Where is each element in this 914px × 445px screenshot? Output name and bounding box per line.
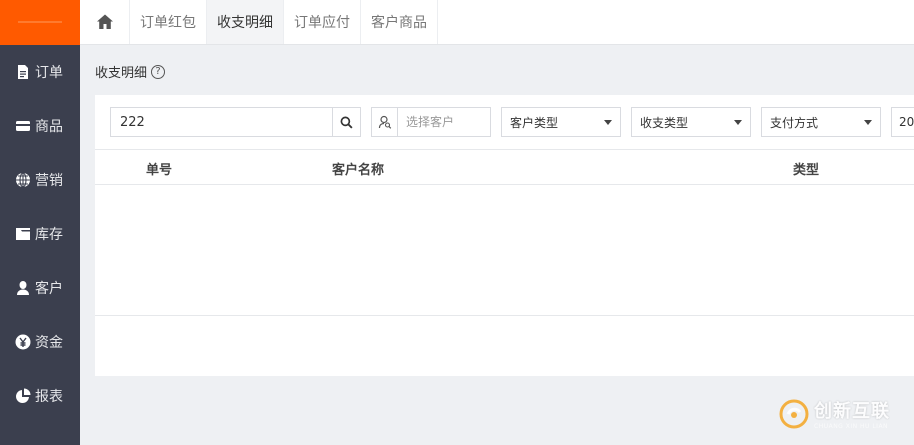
- chevron-down-icon: [864, 119, 872, 125]
- sidebar-item-label: 客户: [35, 281, 63, 297]
- customer-picker: [371, 107, 491, 137]
- watermark-logo-icon: [779, 399, 809, 428]
- sidebar-item-reports[interactable]: 报表: [0, 369, 80, 423]
- column-header-customer-name[interactable]: 客户名称: [332, 159, 384, 178]
- sidebar-item-customers[interactable]: 客户: [0, 261, 80, 315]
- user-search-icon: [378, 115, 391, 129]
- search-input[interactable]: [111, 108, 332, 136]
- help-icon[interactable]: ?: [151, 64, 166, 79]
- box-icon: [14, 225, 32, 243]
- tab-customer-products[interactable]: 客户商品: [361, 0, 438, 44]
- payment-method-value: 支付方式: [770, 115, 819, 130]
- home-tab[interactable]: [80, 0, 130, 44]
- table-footer-divider: [95, 315, 914, 316]
- tab-income-expense[interactable]: 收支明细: [207, 0, 284, 44]
- card-icon: [14, 117, 32, 135]
- top-tab-bar: 订单红包 收支明细 订单应付 客户商品: [80, 0, 914, 45]
- user-icon: [14, 279, 32, 297]
- sidebar: 订单 商品 营销 库存 客户 资金 报表: [0, 0, 80, 445]
- search-box: [110, 107, 361, 137]
- customer-picker-button[interactable]: [372, 108, 398, 136]
- document-icon: [14, 63, 32, 81]
- tab-order-payable[interactable]: 订单应付: [284, 0, 361, 44]
- home-icon: [96, 14, 113, 29]
- payment-method-select[interactable]: 支付方式: [761, 107, 881, 137]
- customer-type-value: 客户类型: [510, 115, 559, 130]
- watermark-subtext: CHUANG XIN HU LIAN: [814, 423, 889, 430]
- page-title-text: 收支明细: [95, 66, 148, 81]
- search-button[interactable]: [332, 108, 360, 136]
- watermark: 创新互联 CHUANG XIN HU LIAN: [778, 397, 890, 430]
- sidebar-item-label: 库存: [35, 227, 63, 243]
- watermark-text: 创新互联: [814, 401, 890, 422]
- globe-icon: [14, 171, 32, 189]
- chevron-down-icon: [734, 119, 742, 125]
- content-panel: 客户类型 收支类型 支付方式 20 单号 客户名称 类型: [95, 95, 914, 376]
- customer-input[interactable]: [398, 108, 490, 136]
- table-header: 单号 客户名称 类型: [95, 149, 914, 185]
- chevron-down-icon: [604, 119, 612, 125]
- filter-bar: 客户类型 收支类型 支付方式 20: [110, 107, 914, 137]
- tab-order-redpacket[interactable]: 订单红包: [130, 0, 207, 44]
- sidebar-item-label: 资金: [35, 335, 63, 351]
- brand-logo[interactable]: [0, 0, 80, 45]
- sidebar-item-label: 营销: [35, 173, 63, 189]
- sidebar-item-label: 报表: [35, 389, 63, 405]
- pie-chart-icon: [14, 387, 32, 405]
- yen-icon: [14, 333, 32, 351]
- income-type-select[interactable]: 收支类型: [631, 107, 751, 137]
- sidebar-item-label: 商品: [35, 119, 63, 135]
- sidebar-item-label: 订单: [35, 65, 63, 81]
- sidebar-item-marketing[interactable]: 营销: [0, 153, 80, 207]
- search-icon: [340, 116, 353, 129]
- sidebar-item-products[interactable]: 商品: [0, 99, 80, 153]
- column-header-order-no[interactable]: 单号: [146, 159, 172, 178]
- column-header-type[interactable]: 类型: [793, 159, 819, 178]
- customer-type-select[interactable]: 客户类型: [501, 107, 621, 137]
- date-range-input[interactable]: 20: [891, 107, 914, 137]
- income-type-value: 收支类型: [640, 115, 689, 130]
- sidebar-item-orders[interactable]: 订单: [0, 45, 80, 99]
- sidebar-item-inventory[interactable]: 库存: [0, 207, 80, 261]
- page-title: 收支明细 ?: [95, 62, 166, 81]
- sidebar-item-funds[interactable]: 资金: [0, 315, 80, 369]
- date-range-value: 20: [899, 115, 914, 129]
